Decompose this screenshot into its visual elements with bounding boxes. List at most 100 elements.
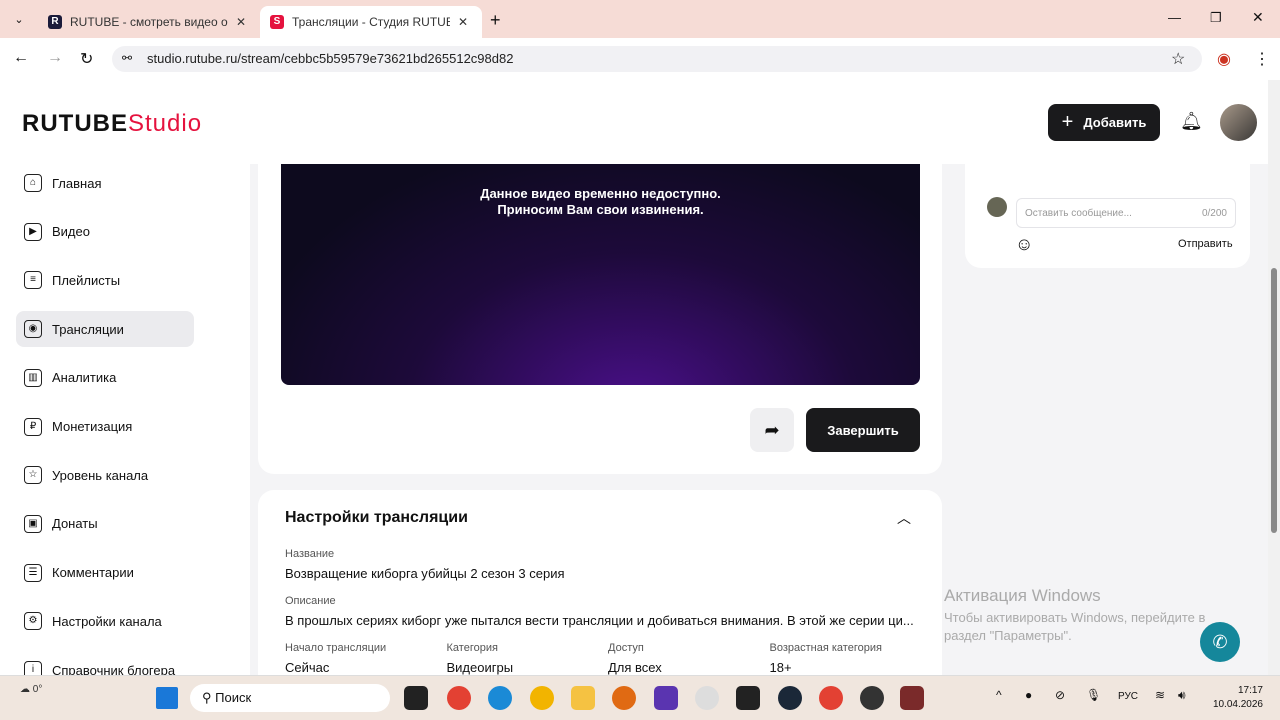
scrollbar[interactable] bbox=[1268, 80, 1280, 675]
magnifier-icon[interactable] bbox=[695, 686, 719, 710]
tray-chevron-icon[interactable]: ^ bbox=[996, 688, 1002, 702]
sidebar-icon: ◉ bbox=[24, 320, 42, 339]
sidebar-item-label: Донаты bbox=[52, 516, 98, 532]
windows-activation-text-2: раздел "Параметры". bbox=[944, 628, 1072, 643]
video-player[interactable]: Данное видео временно недоступно. Принос… bbox=[281, 164, 920, 385]
field-label: Категория bbox=[446, 642, 498, 654]
add-label: Добавить bbox=[1083, 115, 1147, 130]
sidebar-item[interactable]: ▥ Аналитика bbox=[16, 360, 194, 396]
sidebar-item[interactable]: ▶ Видео bbox=[16, 214, 194, 250]
profile-icon[interactable]: ◉ bbox=[1217, 49, 1231, 69]
send-button[interactable]: Отправить bbox=[1178, 238, 1233, 250]
emoji-icon[interactable]: ☺ bbox=[1015, 234, 1033, 255]
unavailable-message: Данное видео временно недоступно. bbox=[480, 186, 721, 201]
field-label: Возрастная категория bbox=[769, 642, 882, 654]
chat-message-input[interactable]: Оставить сообщение... 0/200 bbox=[1016, 198, 1236, 228]
clock[interactable]: 17:17 10.04.2026 bbox=[1205, 684, 1263, 712]
sidebar-item[interactable]: ≡ Плейлисты bbox=[16, 262, 194, 298]
steam-icon[interactable] bbox=[778, 686, 802, 710]
reload-icon[interactable]: ↻ bbox=[80, 49, 93, 69]
edge-icon[interactable] bbox=[488, 686, 512, 710]
back-icon[interactable]: ← bbox=[13, 49, 29, 67]
field-value: Сейчас bbox=[285, 660, 330, 675]
network-off-icon[interactable]: ⊘ bbox=[1055, 688, 1065, 702]
collapse-chevron-icon[interactable]: ︿ bbox=[897, 508, 911, 528]
sidebar-item[interactable]: ☰ Комментарии bbox=[16, 555, 194, 591]
weather-temp: 0° bbox=[32, 684, 43, 695]
plus-icon: + bbox=[1061, 111, 1074, 133]
settings-title: Настройки трансляции bbox=[285, 509, 468, 526]
fl-studio-icon[interactable] bbox=[612, 686, 636, 710]
sidebar-icon: ▥ bbox=[24, 368, 42, 387]
sidebar-item[interactable]: ◉ Трансляции bbox=[16, 311, 194, 348]
windows-start-icon[interactable] bbox=[156, 687, 178, 709]
file-explorer-icon[interactable] bbox=[571, 686, 595, 710]
sidebar-item-label: Видео bbox=[52, 224, 90, 240]
minimize-icon[interactable]: — bbox=[1168, 10, 1181, 25]
weather-widget[interactable]: ☁ 0° bbox=[20, 684, 42, 695]
game-app-icon[interactable] bbox=[654, 686, 678, 710]
date: 10.04.2026 bbox=[1212, 699, 1263, 710]
field-value: 18+ bbox=[769, 660, 792, 675]
avatar[interactable] bbox=[1220, 104, 1257, 141]
chat-avatar bbox=[987, 197, 1007, 217]
sidebar-item[interactable]: ▣ Донаты bbox=[16, 506, 194, 542]
taskbar-search[interactable]: ⚲ Поиск bbox=[190, 684, 390, 712]
logo-studio-text: Studio bbox=[128, 110, 203, 137]
add-button[interactable]: + Добавить bbox=[1048, 104, 1160, 141]
chrome-icon[interactable] bbox=[447, 686, 471, 710]
microphone-icon[interactable]: 🎙︎ bbox=[1086, 688, 1101, 702]
share-button[interactable]: ➦ bbox=[750, 408, 794, 452]
sidebar-item[interactable]: ☆ Уровень канала bbox=[16, 457, 194, 493]
obs-icon[interactable] bbox=[860, 686, 884, 710]
search-label: Поиск bbox=[215, 690, 252, 705]
sidebar-icon: ₽ bbox=[24, 417, 42, 436]
sidebar-item-label: Аналитика bbox=[52, 370, 117, 386]
tab-studio[interactable]: S Трансляции - Студия RUTUBE ✕ bbox=[260, 6, 482, 38]
sidebar-item-label: Плейлисты bbox=[52, 272, 121, 288]
new-tab-icon[interactable]: + bbox=[490, 10, 501, 31]
sidebar-item[interactable]: ₽ Монетизация bbox=[16, 409, 194, 445]
char-counter: 0/200 bbox=[1201, 208, 1227, 219]
site-settings-icon[interactable]: ⚯ bbox=[122, 51, 132, 65]
sidebar-icon: ▣ bbox=[24, 514, 42, 533]
support-chat-button[interactable]: ✆ bbox=[1200, 622, 1240, 662]
sidebar-icon: ☰ bbox=[24, 563, 42, 582]
url-input[interactable]: studio.rutube.ru/stream/cebbc5b59579e736… bbox=[112, 46, 1202, 72]
sidebar-item[interactable]: ⚙ Настройки канала bbox=[16, 603, 194, 639]
rutube-studio-logo[interactable]: RUTUBEStudio bbox=[22, 110, 202, 138]
studio-favicon: S bbox=[270, 15, 284, 29]
field-value: Видеоигры bbox=[446, 660, 514, 675]
finish-button[interactable]: Завершить bbox=[806, 408, 920, 452]
time: 17:17 bbox=[1237, 685, 1263, 696]
chrome-active-icon[interactable] bbox=[819, 686, 843, 710]
app-active-icon[interactable] bbox=[900, 686, 924, 710]
bell-icon[interactable]: 🔔︎ bbox=[1180, 111, 1203, 132]
bookmark-star-icon[interactable]: ☆ bbox=[1171, 49, 1185, 69]
wifi-icon[interactable]: ≋ bbox=[1155, 688, 1165, 702]
terminal-icon[interactable] bbox=[404, 686, 428, 710]
windows-activation-title: Активация Windows bbox=[944, 586, 1101, 605]
close-tab-icon[interactable]: ✕ bbox=[236, 15, 246, 29]
forward-icon[interactable]: → bbox=[47, 49, 63, 67]
field-label: Начало трансляции bbox=[285, 642, 387, 654]
close-window-icon[interactable]: ✕ bbox=[1252, 9, 1264, 26]
windows-activation-text: Чтобы активировать Windows, перейдите в bbox=[944, 610, 1206, 625]
close-tab-icon[interactable]: ✕ bbox=[458, 15, 468, 29]
menu-icon[interactable]: ⋮ bbox=[1254, 49, 1270, 69]
language-indicator[interactable]: РУС bbox=[1118, 691, 1138, 702]
steam-tray-icon[interactable]: ● bbox=[1025, 688, 1032, 702]
chat-placeholder: Оставить сообщение... bbox=[1025, 208, 1132, 219]
scrollbar-thumb[interactable] bbox=[1271, 268, 1277, 533]
music-app-icon[interactable] bbox=[530, 686, 554, 710]
search-icon: ⚲ bbox=[202, 690, 212, 705]
app-icon[interactable] bbox=[736, 686, 760, 710]
tab-rutube[interactable]: R RUTUBE - смотреть видео онл ✕ bbox=[38, 6, 260, 38]
maximize-icon[interactable]: ❐ bbox=[1210, 10, 1222, 26]
tab-list-button[interactable]: ⌄ bbox=[8, 10, 30, 30]
field-label: Доступ bbox=[608, 642, 644, 654]
share-icon: ➦ bbox=[764, 420, 780, 440]
sidebar-item-label: Трансляции bbox=[52, 321, 124, 337]
sidebar-item[interactable]: ⌂ Главная bbox=[16, 165, 194, 201]
volume-icon[interactable]: 🔊︎ bbox=[1178, 688, 1186, 703]
